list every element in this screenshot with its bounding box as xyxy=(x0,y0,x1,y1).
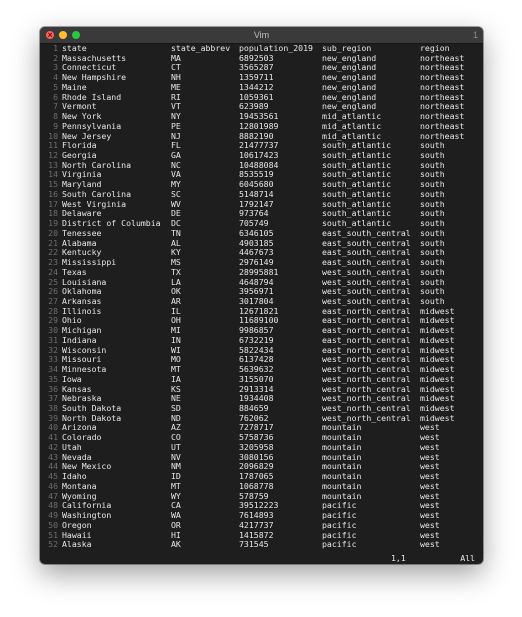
status-line: 1,1 All xyxy=(40,553,483,563)
title-bar[interactable]: × Vim 1 xyxy=(40,27,483,44)
cell-text: Alaska xyxy=(62,539,92,550)
cell-text: 731545 xyxy=(239,539,269,550)
cell-text: AK xyxy=(171,539,181,550)
cell-text: west xyxy=(420,539,440,550)
vim-window: × Vim 1 1 state state_abbrev population_201… xyxy=(40,27,483,564)
window-title: Vim xyxy=(253,30,270,40)
tab-number: 1 xyxy=(472,30,478,40)
cell-text: pacific xyxy=(322,539,357,550)
buffer-line[interactable]: 52 Alaska AK 731545 pacific west xyxy=(40,539,483,550)
text-buffer[interactable]: 1 state state_abbrev population_2019 sub_reg… xyxy=(40,43,483,550)
line-number: 52 xyxy=(48,539,58,550)
scroll-position: All xyxy=(460,553,475,563)
cursor-position: 1,1 xyxy=(391,553,406,563)
